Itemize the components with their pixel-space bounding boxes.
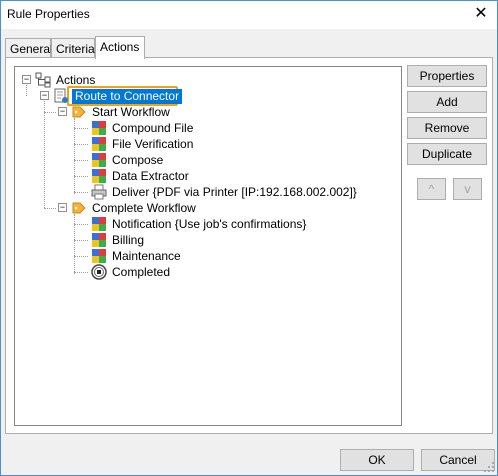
tree-line — [74, 144, 88, 145]
tree-line — [74, 160, 88, 161]
plugin-puzzle-icon — [92, 233, 106, 247]
tree-label-compound-file: Compound File — [112, 120, 194, 135]
tree-label-billing: Billing — [112, 232, 145, 247]
tree-node-compound-file[interactable]: Compound File — [91, 120, 195, 136]
remove-button[interactable]: Remove — [407, 117, 487, 139]
tree-line — [74, 192, 88, 193]
tree-line — [74, 224, 88, 225]
actions-tree[interactable]: − − − − Actions Route to Connector Start… — [14, 66, 402, 426]
workflow-tag-icon — [72, 202, 86, 214]
tree-line — [74, 272, 88, 273]
tree-label-compose: Compose — [112, 152, 164, 167]
tab-criteria-label: Criteria — [56, 42, 95, 56]
tree-label-completed: Completed — [112, 264, 171, 279]
window-title: Rule Properties — [7, 7, 90, 21]
tree-line — [44, 112, 56, 113]
actions-hierarchy-icon — [35, 72, 51, 88]
tree-node-data-extractor[interactable]: Data Extractor — [91, 168, 191, 184]
resize-grip-icon[interactable] — [483, 461, 495, 473]
close-icon[interactable]: ✕ — [473, 6, 489, 22]
plugin-puzzle-icon — [92, 121, 106, 135]
plugin-puzzle-icon — [92, 169, 106, 183]
tree-node-complete-workflow[interactable]: Complete Workflow — [71, 200, 198, 216]
tree-line — [74, 214, 75, 274]
tree-node-route-to-connector[interactable]: Route to Connector — [53, 88, 183, 104]
tree-line — [74, 176, 88, 177]
properties-button[interactable]: Properties — [407, 65, 487, 87]
tree-line — [74, 240, 88, 241]
ok-button[interactable]: OK — [340, 449, 414, 471]
tree-label-notification: Notification {Use job's confirmations} — [112, 216, 307, 231]
printer-icon — [91, 184, 107, 200]
expander-route[interactable]: − — [40, 91, 49, 100]
tree-line — [44, 208, 56, 209]
tree-label-deliver: Deliver {PDF via Printer [IP:192.168.002… — [112, 184, 357, 199]
tab-actions[interactable]: Actions — [95, 36, 145, 59]
tree-node-deliver[interactable]: Deliver {PDF via Printer [IP:192.168.002… — [91, 184, 359, 200]
tree-node-start-workflow[interactable]: Start Workflow — [71, 104, 172, 120]
tree-node-compose[interactable]: Compose — [91, 152, 165, 168]
document-route-icon — [54, 88, 68, 103]
tree-label-data-extractor: Data Extractor — [112, 168, 189, 183]
tree-label-start-workflow: Start Workflow — [92, 104, 170, 119]
tree-node-file-verification[interactable]: File Verification — [91, 136, 195, 152]
tab-criteria[interactable]: Criteria — [51, 38, 95, 58]
move-up-button[interactable]: ^ — [417, 178, 446, 200]
plugin-puzzle-icon — [92, 153, 106, 167]
tab-general[interactable]: General — [5, 38, 53, 58]
tree-node-billing[interactable]: Billing — [91, 232, 146, 248]
tree-label-file-verification: File Verification — [112, 136, 194, 151]
title-bar: Rule Properties ✕ — [1, 1, 497, 29]
workflow-tag-icon — [72, 106, 86, 118]
expander-start-workflow[interactable]: − — [58, 107, 67, 116]
tree-node-completed[interactable]: Completed — [91, 264, 172, 280]
tree-line — [74, 256, 88, 257]
actions-panel: − − − − Actions Route to Connector Start… — [5, 57, 493, 434]
rule-properties-dialog: Rule Properties ✕ General Criteria Actio… — [0, 0, 498, 476]
plugin-puzzle-icon — [92, 137, 106, 151]
tree-label-maintenance: Maintenance — [112, 248, 181, 263]
tree-label-complete-workflow: Complete Workflow — [92, 200, 196, 215]
tree-node-maintenance[interactable]: Maintenance — [91, 248, 183, 264]
expander-actions[interactable]: − — [22, 75, 31, 84]
move-down-button[interactable]: v — [453, 178, 482, 200]
stop-circle-icon — [91, 264, 107, 280]
tree-line — [74, 118, 75, 194]
duplicate-button[interactable]: Duplicate — [407, 143, 487, 165]
expander-complete-workflow[interactable]: − — [58, 203, 67, 212]
plugin-puzzle-icon — [92, 249, 106, 263]
add-button[interactable]: Add — [407, 91, 487, 113]
tree-node-notification[interactable]: Notification {Use job's confirmations} — [91, 216, 308, 232]
tab-actions-label: Actions — [100, 40, 140, 54]
tree-line — [74, 128, 88, 129]
plugin-puzzle-icon — [92, 217, 106, 231]
tab-general-label: General — [10, 42, 53, 56]
tree-label-route-to-connector: Route to Connector — [72, 88, 183, 104]
